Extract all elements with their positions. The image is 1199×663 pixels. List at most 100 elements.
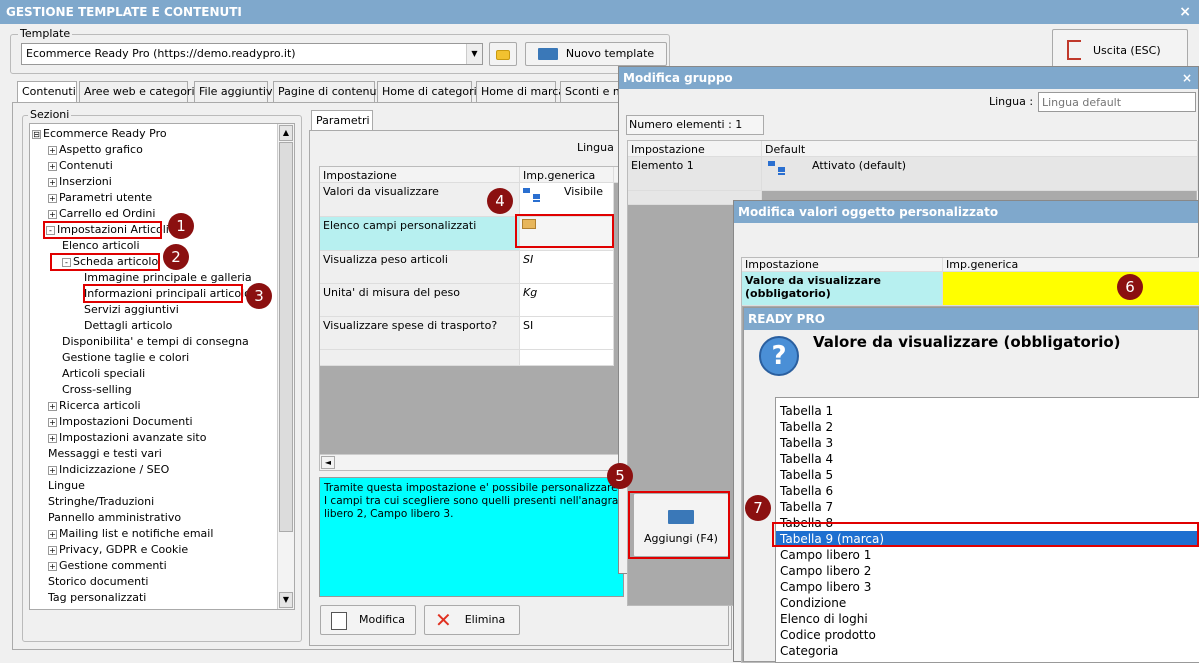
tree-node[interactable]: Dettagli articolo [84,318,172,333]
tree-node[interactable]: Tag personalizzati [48,590,146,605]
param-row-name[interactable]: Visualizza peso articoli [320,251,520,284]
tree-node[interactable]: + Contenuti [48,158,113,173]
tab-file-aggiuntivi[interactable]: File aggiuntivi [194,81,276,103]
custom-dialog-title: Modifica valori oggetto personalizzato [738,205,999,219]
tree-scrollbar[interactable]: ▲ ▼ [277,124,294,609]
picker-option[interactable]: Tabella 7 [780,499,833,515]
param-row-name[interactable]: Unita' di misura del peso [320,284,520,317]
group-element-value[interactable]: Attivato (default) [762,157,1198,191]
tree-node[interactable]: + Carrello ed Ordini [48,206,155,221]
tab-pagine-contenuti[interactable]: Pagine di contenuti [273,81,384,103]
expand-icon[interactable]: + [48,433,57,443]
tree-node[interactable]: + Ricerca articoli [48,398,141,413]
scroll-down-icon[interactable]: ▼ [279,592,293,608]
tree-node[interactable]: Messaggi e testi vari [48,446,162,461]
group-lingua-input[interactable] [1038,92,1196,112]
chevron-down-icon[interactable]: ▼ [466,44,482,64]
expand-icon[interactable]: + [48,465,57,475]
scroll-left-icon[interactable]: ◄ [321,456,335,469]
picker-question: Valore da visualizzare (obbligatorio) [813,333,1121,351]
folder-button[interactable] [489,42,517,66]
expand-icon[interactable]: + [48,545,57,555]
picker-option[interactable]: Tabella 4 [780,451,833,467]
tree-node[interactable]: Immagine principale e galleria [84,270,252,285]
expand-icon[interactable]: + [48,529,57,539]
param-row-value[interactable]: SI [520,251,614,284]
tab-aree-web[interactable]: Aree web e categorie [79,81,201,103]
picker-option[interactable]: Categoria [780,643,838,659]
tree-node[interactable]: Stringhe/Traduzioni [48,494,154,509]
tree-node[interactable]: + Aspetto grafico [48,142,143,157]
tab-contenuti[interactable]: Contenuti [17,81,77,103]
param-row-name[interactable]: Elenco campi personalizzati [320,217,520,251]
param-row-name[interactable]: Visualizzare spese di trasporto? [320,317,520,350]
tree-node[interactable]: + Privacy, GDPR e Cookie [48,542,188,557]
tree-node[interactable]: + Inserzioni [48,174,112,189]
tree-node[interactable]: Cross-selling [62,382,132,397]
tree-node[interactable]: + Indicizzazione / SEO [48,462,169,477]
expand-icon[interactable]: + [48,145,57,155]
tree-node[interactable]: Disponibilita' e tempi di consegna [62,334,249,349]
param-row-value[interactable]: SI [520,317,614,350]
template-select[interactable]: Ecommerce Ready Pro (https://demo.readyp… [21,43,483,65]
tree-node[interactable]: Elenco articoli [62,238,140,253]
tree-node[interactable]: Gestione taglie e colori [62,350,189,365]
tree-node[interactable]: Lingue [48,478,85,493]
scroll-thumb[interactable] [279,142,293,532]
param-row-value[interactable]: Kg [520,284,614,317]
group-count: Numero elementi : 1 [626,115,764,135]
scroll-up-icon[interactable]: ▲ [279,125,293,141]
sections-tree[interactable]: ⊟ Ecommerce Ready Pro + Aspetto grafico + Con… [29,123,295,610]
custom-row-name[interactable]: Valore da visualizzare (obbligatorio) [742,272,943,306]
tree-node[interactable]: + Impostazioni avanzate sito [48,430,206,445]
tree-node-label: Servizi aggiuntivi [84,303,179,316]
collapse-icon[interactable]: ⊟ [32,129,41,139]
tab-home-marca[interactable]: Home di marca [476,81,565,103]
tree-node[interactable]: + Parametri utente [48,190,152,205]
picker-option[interactable]: Tabella 6 [780,483,833,499]
close-icon[interactable]: × [1182,67,1192,89]
picker-option[interactable]: Tabella 1 [780,403,833,419]
picker-option[interactable]: Condizione [780,595,846,611]
tree-node-label: Carrello ed Ordini [59,207,156,220]
picker-option[interactable]: Campo libero 1 [780,547,871,563]
tree-node[interactable]: ⊟ Ecommerce Ready Pro [32,126,167,141]
tree-node[interactable]: + Mailing list e notifiche email [48,526,213,541]
new-template-button[interactable]: Nuovo template [525,42,667,66]
picker-option[interactable]: Tabella 3 [780,435,833,451]
new-template-icon [537,48,558,60]
delete-button[interactable]: ✕ Elimina [424,605,520,635]
picker-option[interactable]: Tabella 5 [780,467,833,483]
expand-icon[interactable]: + [48,401,57,411]
close-icon[interactable]: × [1179,0,1191,24]
expand-icon[interactable]: + [48,193,57,203]
picker-option[interactable]: Elenco di loghi [780,611,868,627]
picker-dialog: READY PRO ? Valore da visualizzare (obbl… [743,307,1199,663]
tree-node[interactable]: Pannello amministrativo [48,510,181,525]
tree-node[interactable]: Articoli speciali [62,366,145,381]
picker-option[interactable]: Campo libero 2 [780,563,871,579]
custom-row-value[interactable] [943,272,1199,306]
tree-node-label: Inserzioni [59,175,112,188]
picker-option[interactable]: Codice prodotto [780,627,876,643]
tree-node[interactable]: Servizi aggiuntivi [84,302,179,317]
picker-option[interactable]: Campo libero 3 [780,579,871,595]
group-element-name[interactable]: Elemento 1 [628,157,762,191]
expand-icon[interactable]: + [48,177,57,187]
tree-node[interactable]: + Gestione commenti [48,558,167,573]
edit-label: Modifica [359,613,405,626]
params-hscroll[interactable]: ◄ [320,454,625,470]
expand-icon[interactable]: + [48,161,57,171]
tree-node[interactable]: + Impostazioni Documenti [48,414,193,429]
expand-icon[interactable]: + [48,417,57,427]
tab-parametri[interactable]: Parametri [311,110,373,130]
expand-icon[interactable]: + [48,561,57,571]
tree-structure-icon [523,188,543,202]
edit-button[interactable]: Modifica [320,605,416,635]
picker-option[interactable]: Tabella 2 [780,419,833,435]
tab-home-categoria[interactable]: Home di categoria [377,81,483,103]
expand-icon[interactable]: + [48,209,57,219]
template-select-value: Ecommerce Ready Pro (https://demo.readyp… [26,47,296,60]
tree-node[interactable]: Storico documenti [48,574,148,589]
tab-sconti[interactable]: Sconti e ma [560,81,630,103]
